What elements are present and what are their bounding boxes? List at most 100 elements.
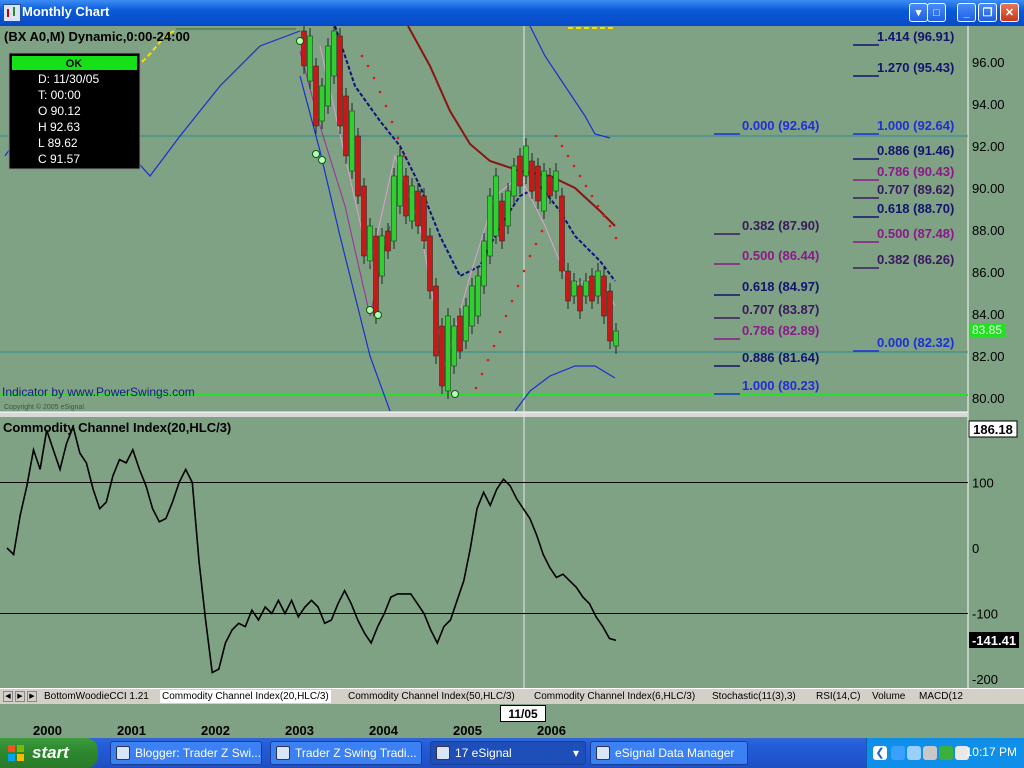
psar-dot [384,104,388,108]
fib-level-label: 1.000 (80.23) [742,378,819,393]
psar-dot [396,136,400,140]
candle-body [373,235,379,317]
fib-level-label: 0.707 (89.62) [877,182,954,197]
info-line: L 89.62 [38,136,78,150]
tab-cci-20[interactable]: Commodity Channel Index(20,HLC/3) [160,690,331,703]
candle-body [409,185,415,222]
cci-last-value: -141.41 [972,633,1016,648]
tab-volume[interactable]: Volume [870,690,907,703]
taskbar-item-data-manager[interactable]: eSignal Data Manager [590,741,748,765]
tab-scroll-end-icon[interactable]: ▶ [27,691,37,702]
candle-body [361,185,367,257]
psar-dot [596,204,600,208]
psar-dot [534,242,538,246]
menu-arrow-button[interactable]: ▾ [909,3,928,22]
tab-cci-6[interactable]: Commodity Channel Index(6,HLC/3) [532,690,697,703]
candle-body [583,280,589,297]
psar-dot [486,358,490,362]
price-tick-label: 82.00 [972,349,1005,364]
candle-body [601,275,607,317]
psar-dot [492,344,496,348]
tab-bottom-woodie-cci[interactable]: BottomWoodieCCI 1.21 [42,690,151,703]
candle-body [511,165,517,197]
close-button[interactable]: ✕ [1000,3,1019,22]
cci-tick-label: 100 [972,476,994,491]
year-label: 2002 [201,723,230,738]
price-tick-label: 84.00 [972,307,1005,322]
info-status: OK [66,58,83,70]
restore-button[interactable]: ❐ [978,3,997,22]
candle-body [319,85,325,122]
taskbar-item-trader-z[interactable]: Trader Z Swing Tradi... [270,741,422,765]
swing-marker [366,306,374,314]
price-tick-label: 92.00 [972,139,1005,154]
psar-dot [360,54,364,58]
cci-cursor-value: 186.18 [973,422,1013,437]
copyright-text: Copyright © 2005 eSignal [4,403,84,411]
tab-scroll-right-icon[interactable]: ▶ [15,691,25,702]
device-icon[interactable] [923,746,937,760]
taskbar-item-blogger[interactable]: Blogger: Trader Z Swi... [110,741,262,765]
candle-body [301,30,307,67]
tray-expand-icon[interactable]: ❮ [873,746,887,760]
price-axis: 96.00 94.00 92.00 90.00 88.00 86.00 84.00 82.00… [972,55,1005,406]
fib-level-label: 0.786 (90.43) [877,164,954,179]
info-line: O 90.12 [38,104,81,118]
window-title-bar[interactable]: Monthly Chart ▾ □ _ ❐ ✕ [0,0,1024,26]
candle-body [523,145,529,177]
tab-scroll-left-icon[interactable]: ◀ [3,691,13,702]
cci-tick-label: 0 [972,541,979,556]
candle-body [355,135,361,197]
fib-level-label: 0.618 (84.97) [742,279,819,294]
candle-body [451,325,457,367]
fib-level-label: 1.270 (95.43) [877,60,954,75]
swing-marker [374,311,382,319]
candle-body [313,65,319,127]
window-toggle-button[interactable]: □ [927,3,946,22]
info-line: H 92.63 [38,120,80,134]
fib-level-label: 0.500 (87.48) [877,226,954,241]
candle-body [547,175,553,197]
swing-marker [451,390,459,398]
fib-level-label: 0.618 (88.70) [877,201,954,216]
tab-rsi[interactable]: RSI(14,C) [814,690,862,703]
fib-level-label: 0.382 (87.90) [742,218,819,233]
psar-dot [516,284,520,288]
candle-body [595,270,601,297]
tab-macd[interactable]: MACD(12 [917,690,965,703]
candle-body [433,285,439,357]
candle-body [379,235,385,277]
psar-dot [614,236,618,240]
taskbar-item-esignal[interactable]: 17 eSignal ▾ [430,741,586,765]
candle-body [331,30,337,77]
group-dropdown-icon[interactable]: ▾ [573,742,579,764]
network-icon[interactable] [891,746,905,760]
start-button[interactable]: start [0,738,98,768]
year-label: 2005 [453,723,482,738]
candle-body [505,190,511,227]
current-price-label: 83.85 [972,323,1002,337]
browser-icon [276,746,290,760]
psar-dot [378,90,382,94]
chart-canvas[interactable]: 96.00 94.00 92.00 90.00 88.00 86.00 84.00 82.00… [0,26,1024,688]
windows-flag-icon [8,745,24,761]
year-label: 2006 [537,723,566,738]
indicator-tab-bar[interactable]: ◀ ▶ ▶ BottomWoodieCCI 1.21 Commodity Cha… [0,688,1024,705]
indicator-credit[interactable]: Indicator by www.PowerSwings.com [2,385,195,399]
psar-dot [366,64,370,68]
swing-marker [318,156,326,164]
tab-stochastic[interactable]: Stochastic(11(3),3) [710,690,798,703]
candle-body [535,165,541,202]
minimize-button[interactable]: _ [957,3,976,22]
start-label: start [32,743,69,762]
psar-dot [590,194,594,198]
psar-dot [510,299,514,303]
fib-level-label: 1.000 (92.64) [877,118,954,133]
price-tick-label: 80.00 [972,391,1005,406]
psar-dot [372,76,376,80]
printer-icon[interactable] [907,746,921,760]
tab-cci-50[interactable]: Commodity Channel Index(50,HLC/3) [346,690,517,703]
psar-dot [504,314,508,318]
security-icon[interactable] [939,746,953,760]
fib-level-label: 0.000 (92.64) [742,118,819,133]
